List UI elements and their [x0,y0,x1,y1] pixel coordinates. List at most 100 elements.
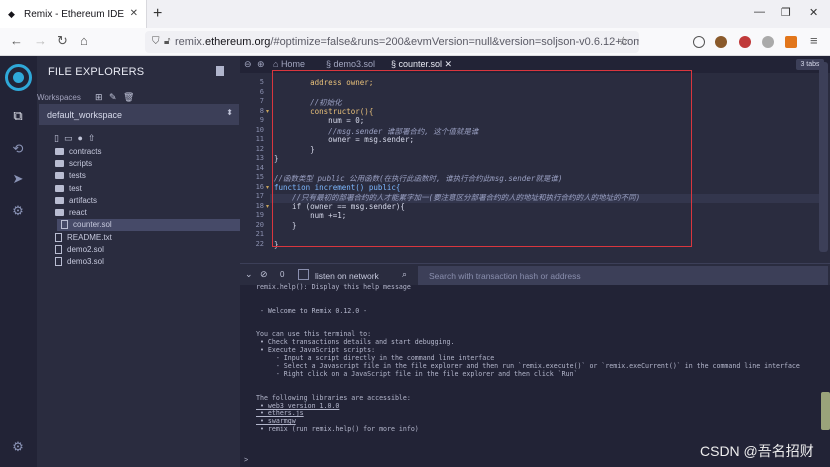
file-explorer-icon[interactable]: ⧉ [11,109,25,123]
new-tab-button[interactable]: + [153,5,162,23]
search-placeholder: Search with transaction hash or address [429,270,581,281]
close-tab-icon[interactable]: ✕ [130,8,138,19]
url-rest: /#optimize=false&runs=200&evmVersion=nul… [270,36,639,48]
tree-file-readme[interactable]: README.txt [55,232,112,243]
workspace-select[interactable]: default_workspace ⬍ [39,104,239,125]
workspace-value: default_workspace [47,109,123,120]
search-icon: ⌕ [402,269,408,279]
reload-icon[interactable]: ↻ [57,34,68,48]
extension-cookie-icon[interactable] [715,36,727,48]
terminal-line: • ethers.js [256,409,304,418]
terminal-line: remix.help(): Display this help message [256,283,411,291]
fold-arrow-icon[interactable]: ▾ [266,108,269,115]
fold-arrow-icon[interactable]: ▾ [266,203,269,210]
terminal-line: • Check transactions details and start d… [256,338,455,347]
terminal-line: • Execute JavaScript scripts: [256,346,376,355]
browser-tab-remix[interactable]: ◆ Remix - Ethereum IDE ✕ [0,0,147,28]
forward-icon[interactable]: → [34,34,47,48]
folder-icon [55,209,64,216]
terminal-output[interactable]: remix.help(): Display this help message … [240,283,830,467]
minimize-icon[interactable]: — [754,6,765,18]
delete-workspace-icon[interactable]: 🗑︎ [123,92,134,103]
tree-folder-react[interactable]: react [55,207,87,218]
create-workspace-icon[interactable]: ⊞ [95,92,103,103]
window-close-icon[interactable]: ✕ [809,6,818,19]
line-number: 5 [259,78,264,86]
line-number: 19 [255,211,264,219]
tree-file-counter[interactable]: counter.sol [61,219,112,230]
tree-folder-test[interactable]: test [55,183,82,194]
annotation-highlight-box [272,70,692,247]
shield-icon: ⛉ [152,36,160,47]
panel-title: FILE EXPLORERS [48,66,145,78]
line-number: 9 [259,116,264,124]
tab-counter[interactable]: § counter.sol ✕ [391,59,452,70]
metamask-icon[interactable] [785,36,797,48]
terminal-line: • web3 version 1.0.0 [256,401,340,410]
terminal-line: • swarmgw [256,417,296,426]
solidity-compiler-icon[interactable]: ⟲ [11,142,25,156]
editor-scrollbar[interactable] [819,62,828,252]
home-icon[interactable]: ⌂ [80,34,88,48]
settings-gear-icon[interactable]: ⚙ [11,440,25,454]
back-icon[interactable]: ← [10,34,23,48]
tree-label: README.txt [67,233,112,242]
zoom-out-icon[interactable]: ⊖ [244,59,252,70]
select-arrow-icon: ⬍ [226,108,233,117]
url-prefix: remix. [175,36,205,48]
remix-logo-icon[interactable] [5,64,32,91]
tree-label: test [69,184,82,193]
deploy-run-icon[interactable]: ➤ [11,172,25,186]
plugin-manager-icon[interactable]: ⚙︎ [11,204,25,218]
tree-label: artifacts [69,196,98,205]
pin-icon[interactable] [216,66,224,76]
line-number: 10 [255,125,264,134]
github-icon[interactable]: ● [78,133,83,143]
menu-icon[interactable]: ≡ [810,34,818,48]
ethereum-favicon-icon: ◆ [8,9,15,19]
folder-icon [55,148,64,155]
url-domain: ethereum.org [204,36,271,48]
pocket-icon[interactable] [693,36,705,48]
file-tree-toolbar: ▯ ▭ ● ⇧ [54,133,96,144]
bookmark-star-icon[interactable]: ☆ [618,34,629,48]
feedback-handle[interactable] [821,392,830,430]
tree-label: demo2.sol [67,245,104,254]
browser-nav-bar: ← → ↻ ⌂ ⛉ 🔓︎ remix. ethereum.org/#optimiz… [0,28,830,56]
line-number: 18 [255,201,264,210]
tree-file-demo3[interactable]: demo3.sol [55,256,104,267]
terminal-search-input[interactable]: Search with transaction hash or address [418,266,828,285]
tab-home[interactable]: ⌂ Home [273,59,305,69]
new-file-icon[interactable]: ▯ [54,133,59,143]
line-number: 16 [255,182,264,191]
zoom-in-icon[interactable]: ⊕ [257,59,265,70]
solidity-file-icon [55,257,62,266]
extension-red-icon[interactable] [739,36,751,48]
listen-network-checkbox[interactable] [298,269,309,280]
tree-folder-artifacts[interactable]: artifacts [55,195,97,206]
line-number: 11 [255,135,264,143]
edit-workspace-icon[interactable]: ✎ [109,92,117,103]
line-number: 22 [255,239,264,248]
tree-label: counter.sol [73,220,112,229]
clear-terminal-icon[interactable]: ⊘ [260,269,268,280]
terminal-prompt[interactable]: > [244,457,248,464]
terminal-line: You can use this terminal to: [256,330,372,339]
fold-arrow-icon[interactable]: ▾ [266,184,269,191]
tree-folder-scripts[interactable]: scripts [55,158,92,169]
new-folder-icon[interactable]: ▭ [64,133,73,143]
upload-icon[interactable]: ⇧ [88,133,96,143]
collapse-terminal-icon[interactable]: ⌄ [245,269,253,280]
browser-tab-title: Remix - Ethereum IDE [24,8,125,20]
tree-folder-contracts[interactable]: contracts [55,146,101,157]
restore-icon[interactable]: ❐ [781,6,791,19]
terminal-line: • remix (run remix.help() for more info) [256,425,419,434]
tab-demo3[interactable]: § demo3.sol [326,59,375,69]
tree-file-demo2[interactable]: demo2.sol [55,244,104,255]
extension-gray-icon[interactable] [762,36,774,48]
tree-folder-tests[interactable]: tests [55,170,86,181]
tree-label: contracts [69,147,102,156]
tree-label: demo3.sol [67,257,104,266]
address-bar[interactable]: ⛉ 🔓︎ remix. ethereum.org/#optimize=false&… [145,31,639,53]
tree-label: tests [69,171,86,180]
